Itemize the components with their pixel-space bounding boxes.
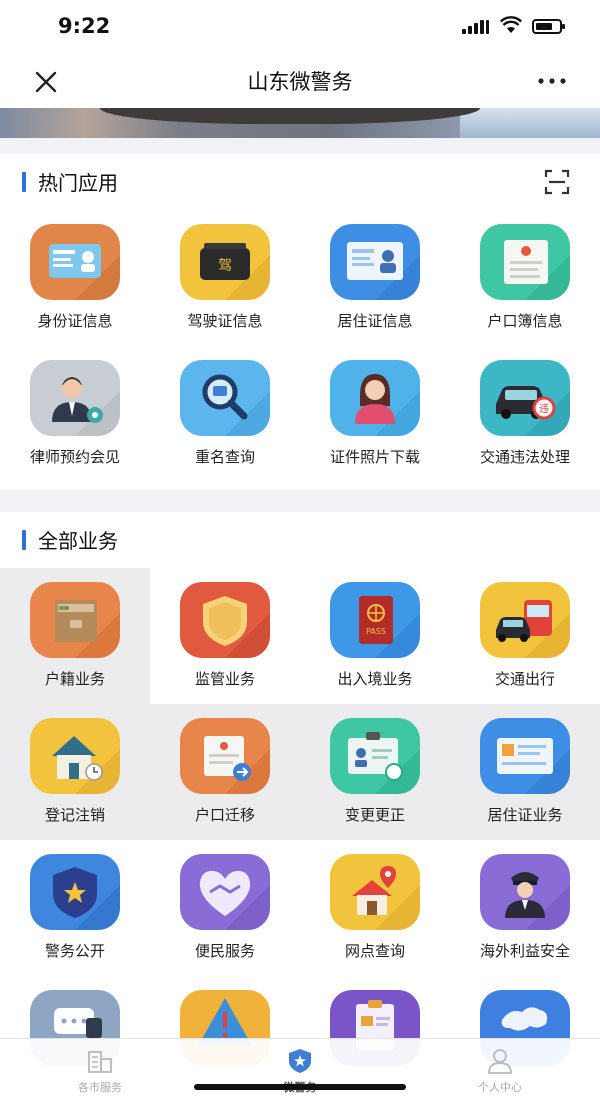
status-time: 9:22 [58, 14, 111, 38]
service-label: 居住证业务 [487, 806, 563, 824]
service-label: 警务公开 [44, 942, 105, 960]
household-register-icon [480, 224, 570, 300]
residence-permit-icon [330, 224, 420, 300]
service-label: 户口迁移 [194, 806, 255, 824]
police-badge-icon [30, 854, 120, 930]
magnifier-icon [180, 360, 270, 436]
service-convenience[interactable]: 便民服务 [150, 840, 300, 976]
app-label: 证件照片下载 [329, 448, 420, 466]
cellular-signal-icon [462, 20, 490, 34]
banner-image[interactable] [0, 108, 600, 138]
app-lawyer-appointment[interactable]: 律师预约会见 [0, 346, 150, 482]
bottom-tab-bar: 各市服务 微警务 个人中心 [0, 1038, 600, 1101]
section-marker [22, 530, 26, 550]
app-duplicate-name-query[interactable]: 重名查询 [150, 346, 300, 482]
house-clock-icon [30, 718, 120, 794]
household-folder-icon [30, 582, 120, 658]
app-household-register[interactable]: 户口簿信息 [450, 210, 600, 346]
service-label: 交通出行 [494, 670, 555, 688]
app-id-card[interactable]: 身份证信息 [0, 210, 150, 346]
scan-icon[interactable] [544, 169, 570, 195]
hot-apps-grid: 身份证信息 驾 驾驶证信息 居住证信息 户口簿信息 律师预约会见 重名查询 证件… [0, 210, 600, 482]
service-label: 监管业务 [194, 670, 255, 688]
wifi-icon [500, 16, 522, 33]
more-options-icon[interactable] [534, 68, 570, 94]
app-photo-download[interactable]: 证件照片下载 [300, 346, 450, 482]
service-label: 登记注销 [44, 806, 105, 824]
all-services-grid: 户籍业务 监管业务 PASS 出入境业务 交通出行 登记注销 户口迁移 变更更正… [0, 568, 600, 1066]
police-shield-icon [289, 1049, 311, 1073]
photo-person-icon [330, 360, 420, 436]
page-title: 山东微警务 [247, 70, 353, 94]
tab-city-services[interactable]: 各市服务 [40, 1039, 160, 1101]
app-label: 交通违法处理 [479, 448, 570, 466]
passport-icon: PASS [330, 582, 420, 658]
residence-card-icon [480, 718, 570, 794]
svg-text:违: 违 [539, 403, 549, 415]
close-icon[interactable] [30, 66, 62, 98]
driver-license-icon: 驾 [180, 224, 270, 300]
home-indicator [194, 1084, 406, 1090]
tab-personal-center[interactable]: 个人中心 [440, 1039, 560, 1101]
service-police-disclosure[interactable]: 警务公开 [0, 840, 150, 976]
service-registration-cancel[interactable]: 登记注销 [0, 704, 150, 840]
all-services-title: 全部业务 [38, 529, 118, 553]
tab-label: 个人中心 [478, 1081, 522, 1094]
service-change-correction[interactable]: 变更更正 [300, 704, 450, 840]
service-transportation[interactable]: 交通出行 [450, 568, 600, 704]
tab-micro-police[interactable]: 微警务 [240, 1039, 360, 1101]
app-label: 律师预约会见 [29, 448, 120, 466]
svg-text:驾: 驾 [218, 258, 232, 274]
service-outlet-query[interactable]: 网点查询 [300, 840, 450, 976]
service-residence-permit[interactable]: 居住证业务 [450, 704, 600, 840]
all-services-header: 全部业务 [0, 512, 600, 568]
lawyer-icon [30, 360, 120, 436]
service-overseas-safety[interactable]: 海外利益安全 [450, 840, 600, 976]
bus-car-icon [480, 582, 570, 658]
app-label: 身份证信息 [37, 312, 113, 330]
nav-bar: 山东微警务 [0, 54, 600, 108]
divider [0, 490, 600, 512]
service-label: 海外利益安全 [479, 942, 570, 960]
service-label: 变更更正 [344, 806, 405, 824]
city-building-icon [88, 1051, 112, 1073]
tab-label: 各市服务 [78, 1081, 122, 1094]
app-label: 重名查询 [194, 448, 255, 466]
service-label: 网点查询 [344, 942, 405, 960]
shield-icon [180, 582, 270, 658]
section-marker [22, 172, 26, 192]
person-icon [488, 1049, 512, 1074]
svg-text:PASS: PASS [366, 627, 386, 636]
document-transfer-icon [180, 718, 270, 794]
service-household-transfer[interactable]: 户口迁移 [150, 704, 300, 840]
service-label: 便民服务 [194, 942, 255, 960]
app-driver-license[interactable]: 驾 驾驶证信息 [150, 210, 300, 346]
app-label: 居住证信息 [337, 312, 413, 330]
service-household[interactable]: 户籍业务 [0, 568, 150, 704]
hot-apps-header: 热门应用 [0, 154, 600, 210]
house-pin-icon [330, 854, 420, 930]
app-traffic-violation[interactable]: 违 交通违法处理 [450, 346, 600, 482]
service-exit-entry[interactable]: PASS 出入境业务 [300, 568, 450, 704]
app-label: 驾驶证信息 [187, 312, 263, 330]
officer-icon [480, 854, 570, 930]
id-badge-icon [330, 718, 420, 794]
traffic-violation-car-icon: 违 [480, 360, 570, 436]
status-bar: 9:22 [0, 0, 600, 54]
divider [0, 138, 600, 154]
battery-icon [532, 19, 565, 34]
app-residence-permit[interactable]: 居住证信息 [300, 210, 450, 346]
service-label: 户籍业务 [44, 670, 105, 688]
service-supervision[interactable]: 监管业务 [150, 568, 300, 704]
heart-handshake-icon [180, 854, 270, 930]
app-label: 户口簿信息 [487, 312, 563, 330]
id-card-icon [30, 224, 120, 300]
service-label: 出入境业务 [337, 670, 413, 688]
hot-apps-title: 热门应用 [38, 171, 118, 195]
